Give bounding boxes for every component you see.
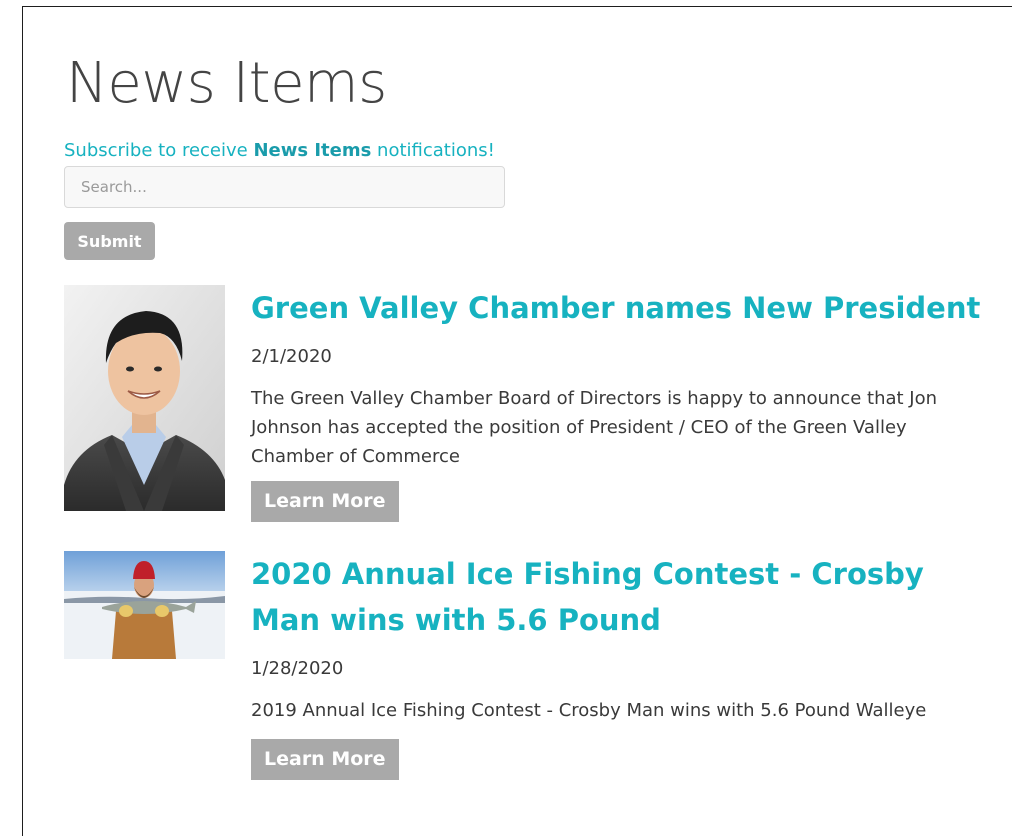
subscribe-bold-text: News Items — [253, 140, 372, 161]
news-item-date: 2/1/2020 — [251, 346, 332, 367]
news-item-body: 2020 Annual Ice Fishing Contest - Crosby… — [251, 551, 981, 780]
portrait-photo — [64, 285, 225, 511]
news-item-title[interactable]: Green Valley Chamber names New President — [251, 285, 981, 331]
subscribe-prefix: Subscribe to receive — [64, 140, 254, 161]
news-thumbnail-president[interactable] — [64, 285, 225, 511]
search-input[interactable] — [64, 166, 505, 208]
news-item-description: 2019 Annual Ice Fishing Contest - Crosby… — [251, 700, 927, 721]
learn-more-button[interactable]: Learn More — [251, 739, 399, 780]
news-thumbnail-ice-fishing[interactable] — [64, 551, 225, 659]
page-title: News Items — [66, 51, 387, 116]
news-item-body: Green Valley Chamber names New President… — [251, 285, 981, 522]
news-item-title[interactable]: 2020 Annual Ice Fishing Contest - Crosby… — [251, 551, 951, 643]
submit-button[interactable]: Submit — [64, 222, 155, 260]
news-item-description: The Green Valley Chamber Board of Direct… — [251, 388, 938, 467]
ice-fishing-photo — [64, 551, 225, 659]
subscribe-link[interactable]: Subscribe to receive News Items notifica… — [64, 140, 495, 161]
news-item-date: 1/28/2020 — [251, 658, 344, 679]
subscribe-suffix: notifications! — [371, 140, 495, 161]
learn-more-button[interactable]: Learn More — [251, 481, 399, 522]
